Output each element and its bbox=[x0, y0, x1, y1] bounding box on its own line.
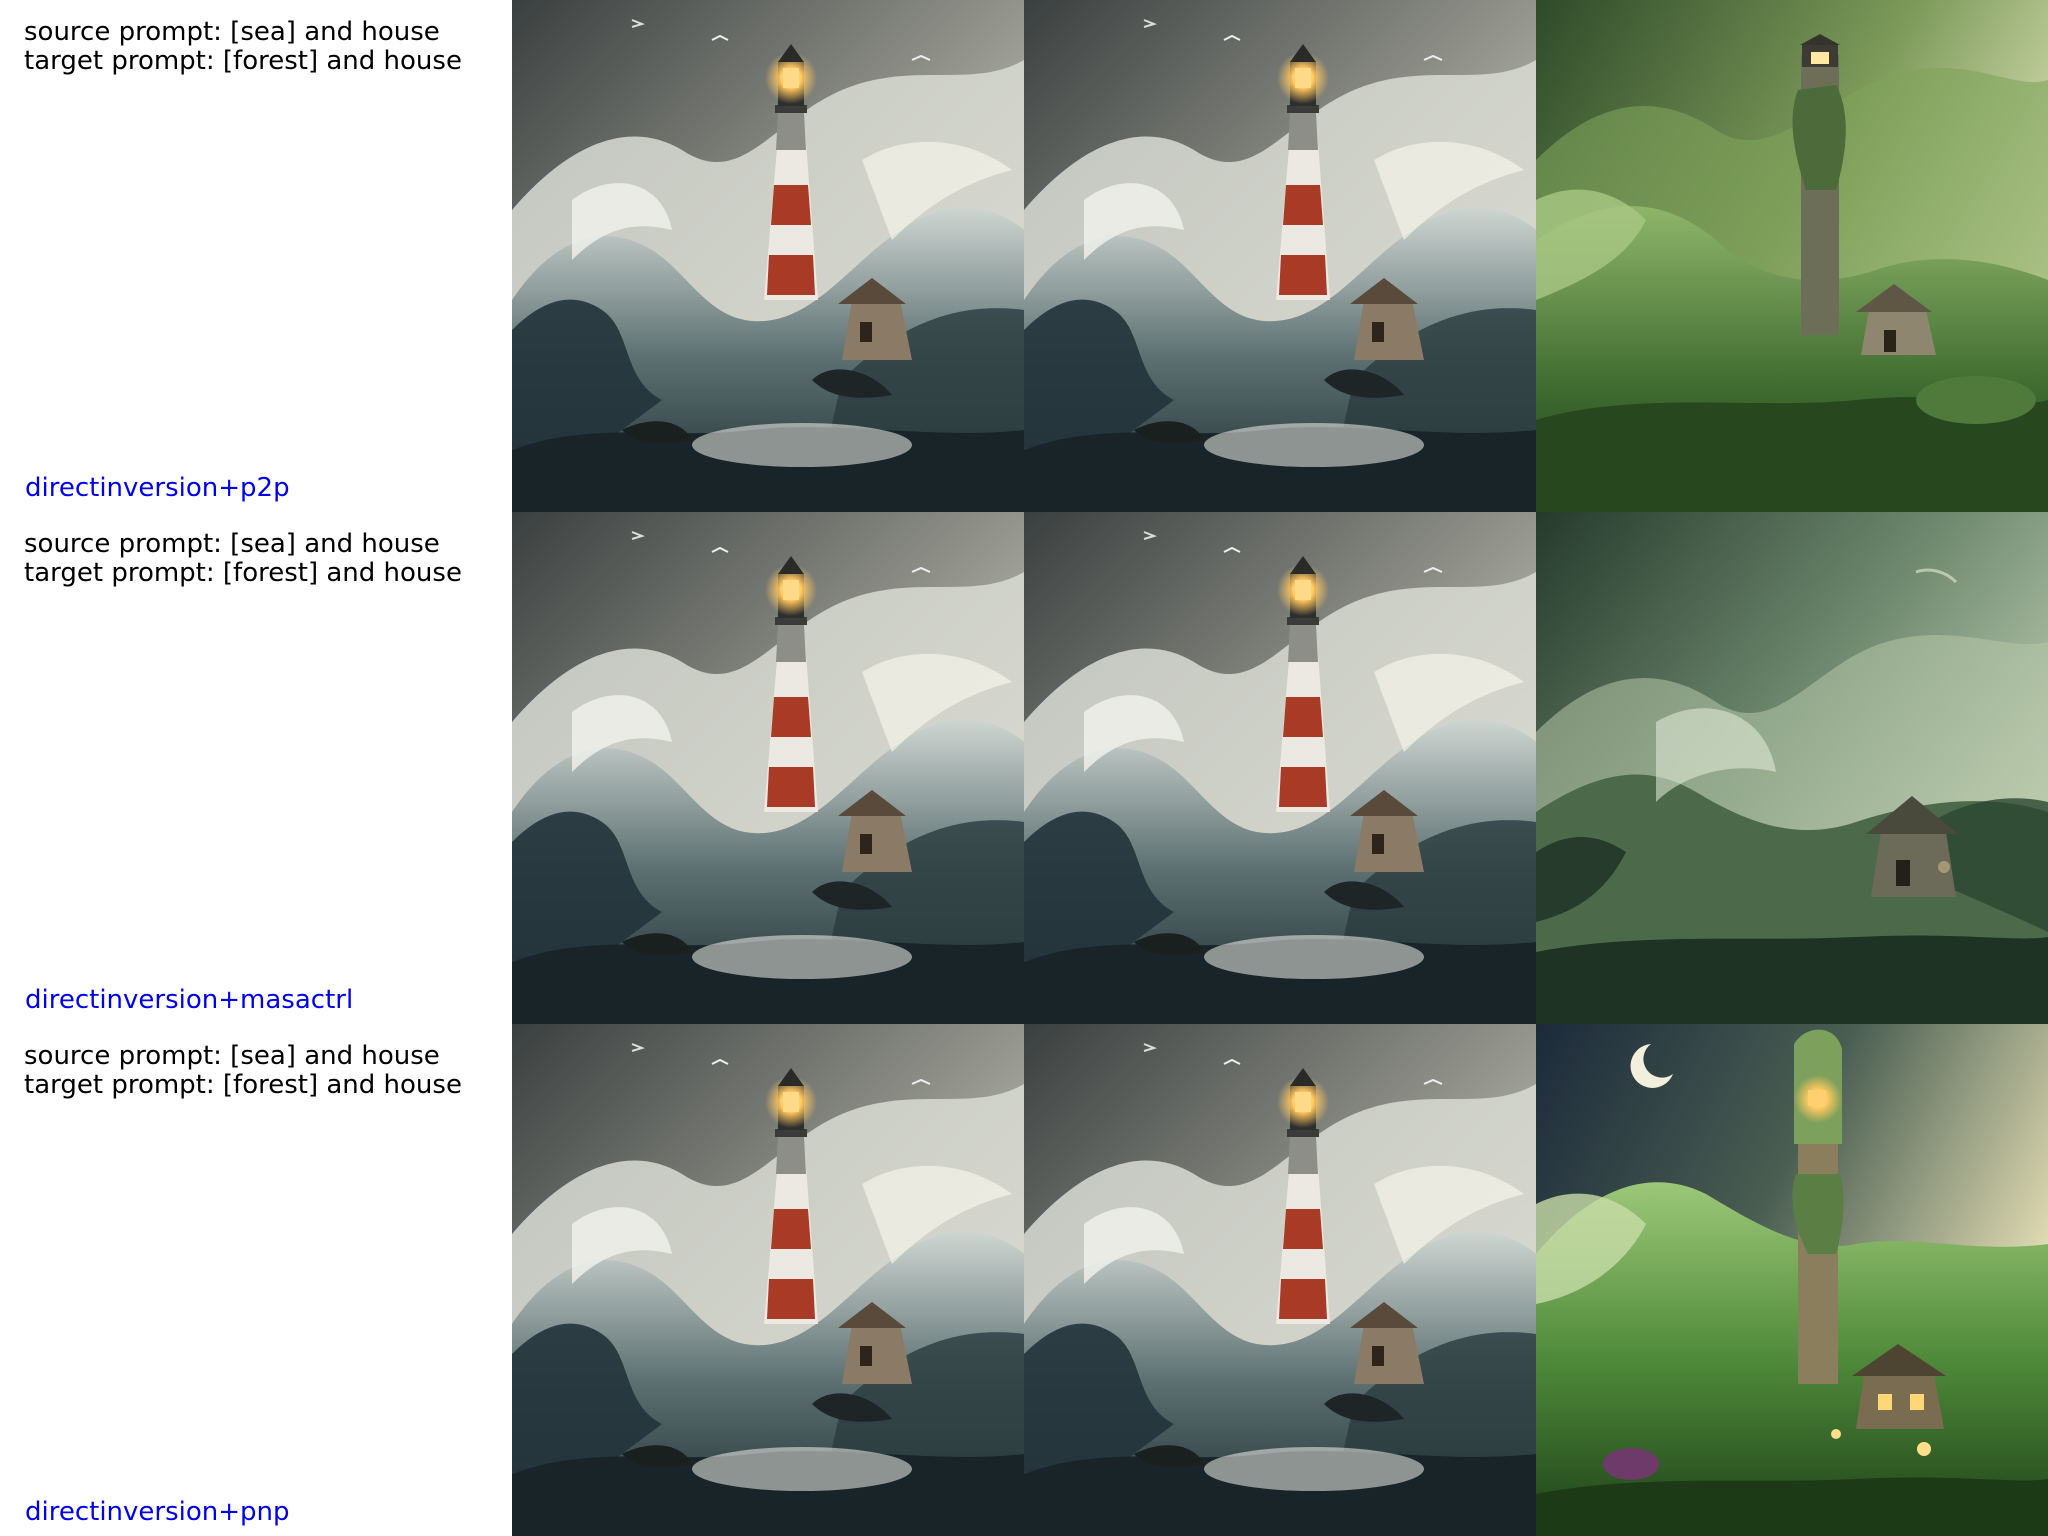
reconstructed-image bbox=[1024, 1024, 1536, 1536]
edited-image bbox=[1536, 0, 2048, 512]
target-prompt: target prompt: [forest] and house bbox=[24, 46, 462, 76]
prompt-text: source prompt: [sea] and house target pr… bbox=[24, 1042, 462, 1100]
target-prompt: target prompt: [forest] and house bbox=[24, 1070, 462, 1100]
source-image bbox=[512, 1024, 1024, 1536]
edited-image bbox=[1536, 512, 2048, 1024]
prompt-text: source prompt: [sea] and house target pr… bbox=[24, 530, 462, 588]
reconstructed-image bbox=[1024, 0, 1536, 512]
target-prompt: target prompt: [forest] and house bbox=[24, 558, 462, 588]
comparison-row: source prompt: [sea] and house target pr… bbox=[0, 1024, 2048, 1536]
row-caption: source prompt: [sea] and house target pr… bbox=[0, 512, 512, 1024]
comparison-row: source prompt: [sea] and house target pr… bbox=[0, 0, 2048, 512]
source-prompt: source prompt: [sea] and house bbox=[24, 1041, 440, 1071]
source-image bbox=[512, 512, 1024, 1024]
prompt-text: source prompt: [sea] and house target pr… bbox=[24, 18, 462, 76]
source-prompt: source prompt: [sea] and house bbox=[24, 529, 440, 559]
source-prompt: source prompt: [sea] and house bbox=[24, 17, 440, 47]
method-label: directinversion+pnp bbox=[25, 1497, 290, 1527]
source-image bbox=[512, 0, 1024, 512]
reconstructed-image bbox=[1024, 512, 1536, 1024]
row-caption: source prompt: [sea] and house target pr… bbox=[0, 0, 512, 512]
method-label: directinversion+p2p bbox=[25, 473, 290, 503]
edited-image bbox=[1536, 1024, 2048, 1536]
row-caption: source prompt: [sea] and house target pr… bbox=[0, 1024, 512, 1536]
method-label: directinversion+masactrl bbox=[25, 985, 354, 1015]
comparison-row: source prompt: [sea] and house target pr… bbox=[0, 512, 2048, 1024]
